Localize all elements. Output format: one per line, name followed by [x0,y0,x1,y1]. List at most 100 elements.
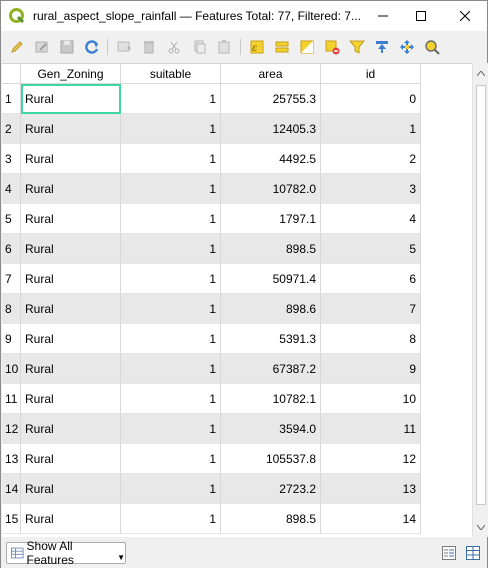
row-number[interactable]: 15 [2,504,21,534]
move-selection-top-button[interactable] [372,37,392,57]
cell-area[interactable]: 10782.1 [221,384,321,414]
deselect-all-button[interactable] [322,37,342,57]
paste-button[interactable] [214,37,234,57]
select-all-button[interactable] [272,37,292,57]
form-view-button[interactable] [441,545,457,561]
cell-area[interactable]: 12405.3 [221,114,321,144]
scroll-down-arrow[interactable] [473,519,488,535]
corner-header[interactable] [2,64,21,84]
cell-id[interactable]: 11 [321,414,421,444]
cell-suitable[interactable]: 1 [121,144,221,174]
cell-area[interactable]: 10782.0 [221,174,321,204]
row-number[interactable]: 9 [2,324,21,354]
pan-to-selection-button[interactable] [397,37,417,57]
minimize-button[interactable] [363,1,403,31]
invert-selection-button[interactable] [297,37,317,57]
show-features-dropdown[interactable]: Show All Features ▼ [6,539,126,567]
cell-area[interactable]: 67387.2 [221,354,321,384]
cell-gen-zoning[interactable]: Rural [21,414,121,444]
save-edits-button[interactable] [57,37,77,57]
select-by-expression-button[interactable]: ε [247,37,267,57]
cell-area[interactable]: 50971.4 [221,264,321,294]
cell-gen-zoning[interactable]: Rural [21,444,121,474]
row-number[interactable]: 11 [2,384,21,414]
cell-suitable[interactable]: 1 [121,414,221,444]
add-feature-button[interactable] [114,37,134,57]
cell-id[interactable]: 12 [321,444,421,474]
cell-area[interactable]: 898.5 [221,234,321,264]
cell-id[interactable]: 5 [321,234,421,264]
row-number[interactable]: 12 [2,414,21,444]
cell-suitable[interactable]: 1 [121,234,221,264]
column-header-suitable[interactable]: suitable [121,64,221,84]
row-number[interactable]: 4 [2,174,21,204]
multi-edit-button[interactable] [32,37,52,57]
cell-area[interactable]: 105537.8 [221,444,321,474]
cell-area[interactable]: 1797.1 [221,204,321,234]
cell-area[interactable]: 5391.3 [221,324,321,354]
row-number[interactable]: 5 [2,204,21,234]
row-number[interactable]: 2 [2,114,21,144]
close-button[interactable] [445,1,485,31]
cell-id[interactable]: 13 [321,474,421,504]
filter-button[interactable] [347,37,367,57]
cell-gen-zoning[interactable]: Rural [21,474,121,504]
cell-gen-zoning[interactable]: Rural [21,294,121,324]
row-number[interactable]: 1 [2,84,21,114]
cell-gen-zoning[interactable]: Rural [21,264,121,294]
cell-gen-zoning[interactable]: Rural [21,144,121,174]
cell-gen-zoning[interactable]: Rural [21,384,121,414]
scroll-up-arrow[interactable] [473,65,488,81]
cell-gen-zoning[interactable]: Rural [21,84,121,114]
row-number[interactable]: 3 [2,144,21,174]
vertical-scrollbar[interactable] [472,63,488,537]
attribute-table[interactable]: Gen_Zoning suitable area id 1 Rural 1 25755… [2,63,472,537]
cell-area[interactable]: 2723.2 [221,474,321,504]
row-number[interactable]: 14 [2,474,21,504]
column-header-id[interactable]: id [321,64,421,84]
cell-id[interactable]: 10 [321,384,421,414]
cell-id[interactable]: 14 [321,504,421,534]
cell-id[interactable]: 3 [321,174,421,204]
cell-suitable[interactable]: 1 [121,474,221,504]
cell-gen-zoning[interactable]: Rural [21,204,121,234]
cell-suitable[interactable]: 1 [121,504,221,534]
cell-area[interactable]: 4492.5 [221,144,321,174]
cell-suitable[interactable]: 1 [121,84,221,114]
row-number[interactable]: 7 [2,264,21,294]
toggle-editing-button[interactable] [7,37,27,57]
row-number[interactable]: 13 [2,444,21,474]
zoom-to-selection-button[interactable] [422,37,442,57]
cell-suitable[interactable]: 1 [121,444,221,474]
table-view-button[interactable] [465,545,481,561]
cell-id[interactable]: 1 [321,114,421,144]
cell-suitable[interactable]: 1 [121,114,221,144]
maximize-button[interactable] [401,1,441,31]
row-number[interactable]: 6 [2,234,21,264]
row-number[interactable]: 10 [2,354,21,384]
cell-suitable[interactable]: 1 [121,384,221,414]
cell-suitable[interactable]: 1 [121,324,221,354]
reload-button[interactable] [82,37,102,57]
cell-area[interactable]: 25755.3 [221,84,321,114]
column-header-area[interactable]: area [221,64,321,84]
cell-suitable[interactable]: 1 [121,174,221,204]
cell-area[interactable]: 898.6 [221,294,321,324]
cell-gen-zoning[interactable]: Rural [21,114,121,144]
cell-gen-zoning[interactable]: Rural [21,504,121,534]
cell-gen-zoning[interactable]: Rural [21,174,121,204]
cell-id[interactable]: 2 [321,144,421,174]
cell-suitable[interactable]: 1 [121,264,221,294]
cut-button[interactable] [164,37,184,57]
cell-area[interactable]: 898.5 [221,504,321,534]
cell-id[interactable]: 4 [321,204,421,234]
cell-gen-zoning[interactable]: Rural [21,234,121,264]
delete-feature-button[interactable] [139,37,159,57]
cell-id[interactable]: 0 [321,84,421,114]
copy-button[interactable] [189,37,209,57]
row-number[interactable]: 8 [2,294,21,324]
scrollbar-thumb[interactable] [476,85,486,505]
cell-id[interactable]: 7 [321,294,421,324]
cell-id[interactable]: 8 [321,324,421,354]
cell-suitable[interactable]: 1 [121,294,221,324]
